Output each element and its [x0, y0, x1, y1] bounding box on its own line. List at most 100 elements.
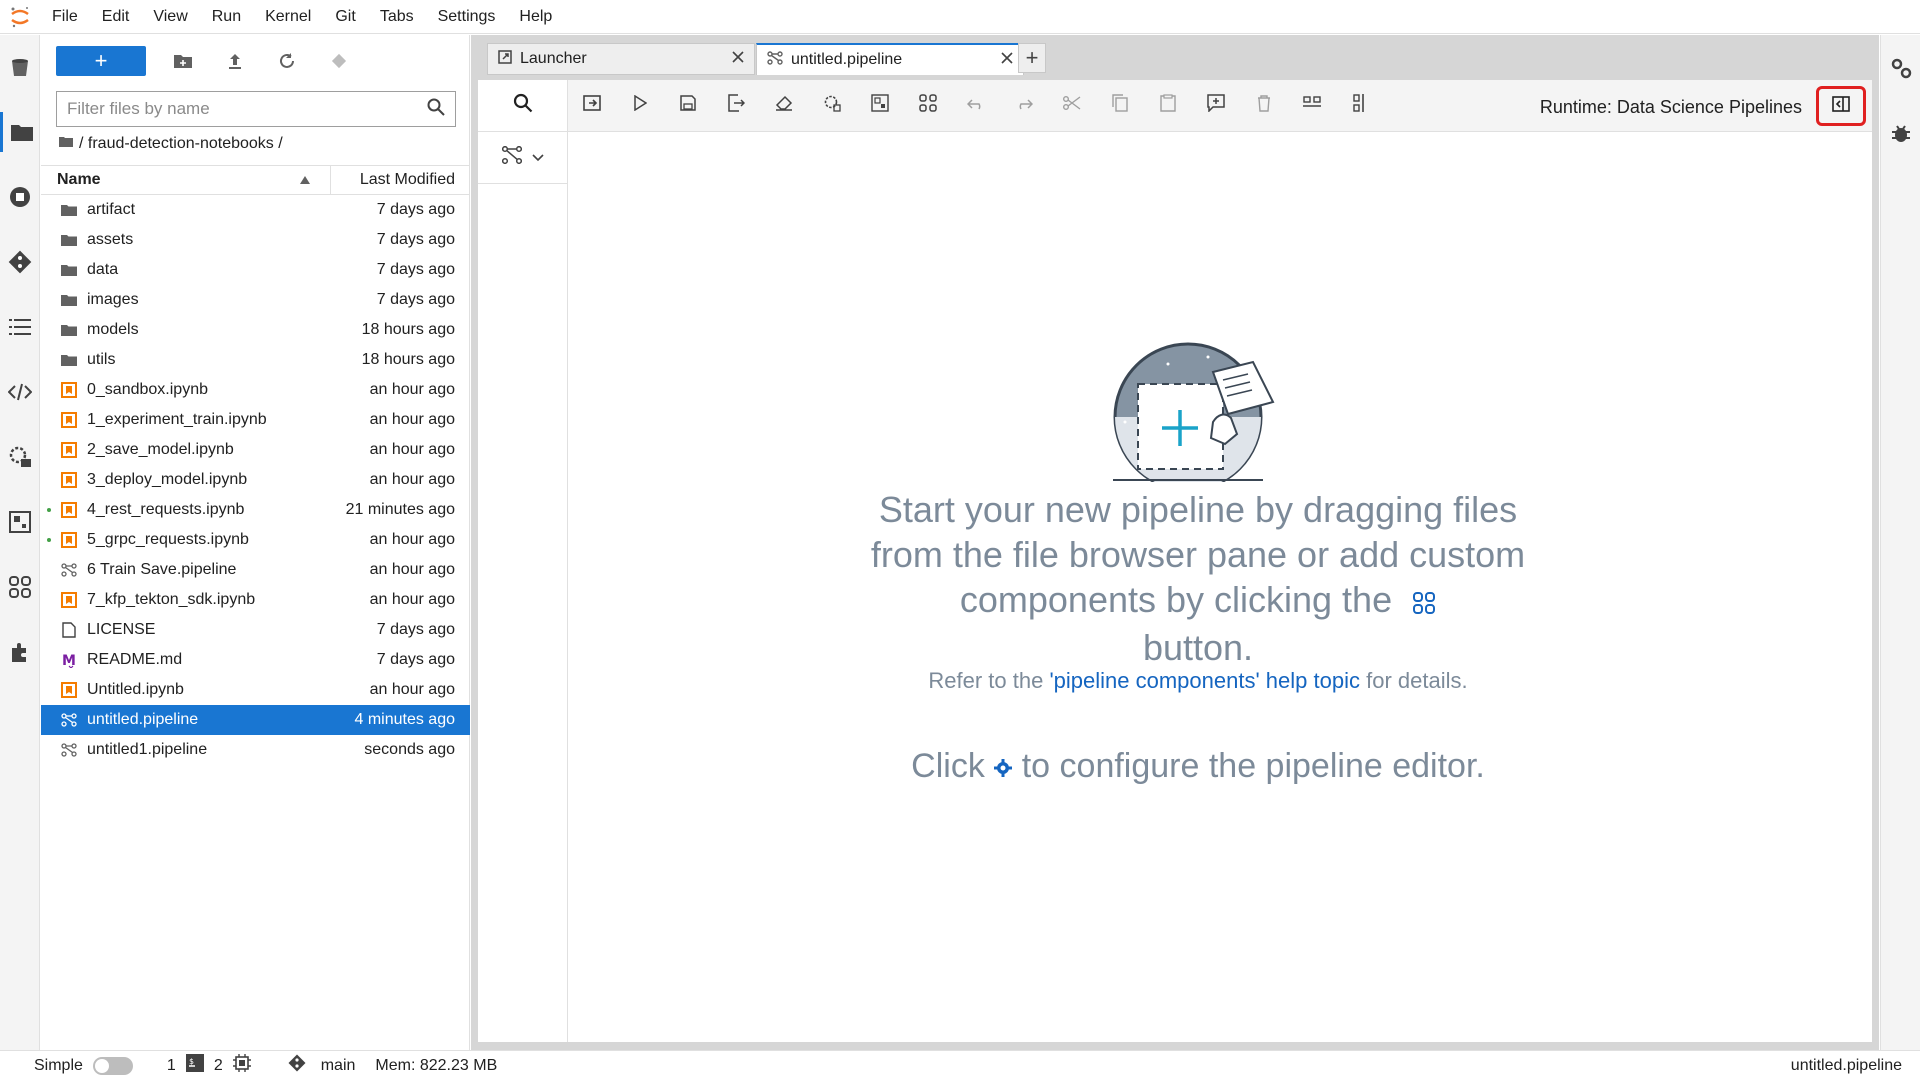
close-icon[interactable] [1001, 51, 1013, 69]
menu-view[interactable]: View [141, 8, 199, 26]
file-modified: an hour ago [369, 381, 455, 398]
component-catalogs-icon[interactable] [0, 567, 40, 607]
git-branch-status[interactable]: main [287, 1053, 355, 1078]
simple-mode-label: Simple [34, 1056, 83, 1074]
toggle-switch[interactable] [92, 1056, 133, 1075]
refresh-icon[interactable] [272, 46, 302, 76]
component-catalogs-button[interactable] [904, 80, 952, 132]
runtime-images-button[interactable] [856, 80, 904, 132]
code-snippets-icon[interactable] [0, 372, 40, 412]
file-row[interactable]: images 7 days ago [41, 285, 470, 315]
add-tab-button[interactable]: + [1018, 43, 1046, 73]
empty-state-help: Refer to the 'pipeline components' help … [868, 668, 1528, 694]
file-row[interactable]: 4_rest_requests.ipynb 21 minutes ago [41, 495, 470, 525]
file-name: models [87, 321, 139, 338]
filter-files-input[interactable] [56, 91, 456, 127]
tab-untitled-pipeline[interactable]: untitled.pipeline [756, 43, 1024, 75]
filter-files-field[interactable] [67, 99, 427, 119]
property-inspector-icon[interactable] [1881, 48, 1920, 88]
component-catalogs-icon [919, 94, 937, 117]
close-icon[interactable] [732, 50, 744, 68]
menu-settings[interactable]: Settings [426, 8, 508, 26]
arrange-vertical-button[interactable] [1336, 80, 1384, 132]
menu-git[interactable]: Git [323, 8, 367, 26]
runtime-images-icon[interactable] [0, 502, 40, 542]
git-clone-icon[interactable] [324, 46, 354, 76]
file-row[interactable]: assets 7 days ago [41, 225, 470, 255]
git-icon [287, 1053, 307, 1078]
column-header-name[interactable]: Name [41, 165, 331, 195]
redo-button[interactable] [1000, 80, 1048, 132]
cut-button[interactable] [1048, 80, 1096, 132]
menu-help[interactable]: Help [507, 8, 564, 26]
folder-icon[interactable] [0, 112, 40, 152]
file-modified: 7 days ago [376, 201, 455, 218]
simple-mode-toggle[interactable]: Simple [34, 1056, 133, 1075]
menu-edit[interactable]: Edit [90, 8, 142, 26]
file-row[interactable]: 2_save_model.ipynb an hour ago [41, 435, 470, 465]
extensions-icon[interactable] [0, 632, 40, 672]
breadcrumb[interactable]: / fraud-detection-notebooks / [59, 135, 283, 153]
save-pipeline-button[interactable] [664, 80, 712, 132]
object-storage-icon[interactable] [0, 47, 40, 87]
arrange-horizontal-button[interactable] [1288, 80, 1336, 132]
column-header-modified[interactable]: Last Modified [331, 171, 470, 189]
file-name: 5_grpc_requests.ipynb [87, 531, 249, 548]
file-name: Untitled.ipynb [87, 681, 184, 698]
pipeline-canvas[interactable]: Start your new pipeline by dragging file… [568, 132, 1872, 1042]
runtimes-button[interactable] [808, 80, 856, 132]
toggle-properties-panel-button[interactable] [1816, 86, 1866, 126]
menu-run[interactable]: Run [200, 8, 253, 26]
open-panel-button[interactable] [568, 80, 616, 132]
file-row[interactable]: utils 18 hours ago [41, 345, 470, 375]
running-sessions-icon[interactable] [0, 177, 40, 217]
menu-file[interactable]: File [40, 8, 90, 26]
palette-search-button[interactable] [478, 80, 567, 132]
file-name: untitled.pipeline [87, 711, 199, 728]
file-row[interactable]: 3_deploy_model.ipynb an hour ago [41, 465, 470, 495]
file-row[interactable]: 5_grpc_requests.ipynb an hour ago [41, 525, 470, 555]
file-name: utils [87, 351, 116, 368]
menu-kernel[interactable]: Kernel [253, 8, 323, 26]
palette-node-dropdown[interactable] [478, 132, 567, 184]
menu-tabs[interactable]: Tabs [368, 8, 426, 26]
git-icon[interactable] [0, 242, 40, 282]
file-name: data [87, 261, 119, 278]
folder-icon [59, 294, 79, 307]
breadcrumb-path[interactable]: / fraud-detection-notebooks / [79, 135, 283, 153]
run-pipeline-button[interactable] [616, 80, 664, 132]
new-folder-icon[interactable] [168, 46, 198, 76]
empty-state-config: Click to configure the pipeline editor. [868, 747, 1528, 786]
settings-gear-icon[interactable] [994, 747, 1013, 785]
table-of-contents-icon[interactable] [0, 307, 40, 347]
file-row[interactable]: artifact 7 days ago [41, 195, 470, 225]
runtimes-icon[interactable] [0, 437, 40, 477]
file-row[interactable]: untitled.pipeline 4 minutes ago [41, 705, 470, 735]
file-row[interactable]: 7_kfp_tekton_sdk.ipynb an hour ago [41, 585, 470, 615]
file-row[interactable]: 0_sandbox.ipynb an hour ago [41, 375, 470, 405]
add-comment-button[interactable] [1192, 80, 1240, 132]
delete-button[interactable] [1240, 80, 1288, 132]
file-name: 6 Train Save.pipeline [87, 561, 237, 578]
file-row[interactable]: M README.md 7 days ago [41, 645, 470, 675]
export-pipeline-button[interactable] [712, 80, 760, 132]
file-name: 4_rest_requests.ipynb [87, 501, 245, 518]
upload-icon[interactable] [220, 46, 250, 76]
file-row[interactable]: 1_experiment_train.ipynb an hour ago [41, 405, 470, 435]
file-row[interactable]: 6 Train Save.pipeline an hour ago [41, 555, 470, 585]
file-modified: an hour ago [369, 411, 455, 428]
new-launcher-button[interactable]: + [56, 46, 146, 76]
file-row[interactable]: Untitled.ipynb an hour ago [41, 675, 470, 705]
file-row[interactable]: data 7 days ago [41, 255, 470, 285]
clear-pipeline-button[interactable] [760, 80, 808, 132]
paste-button[interactable] [1144, 80, 1192, 132]
debugger-icon[interactable] [1881, 113, 1920, 153]
file-row[interactable]: models 18 hours ago [41, 315, 470, 345]
undo-button[interactable] [952, 80, 1000, 132]
pipeline-components-help-link[interactable]: 'pipeline components' help topic [1049, 668, 1360, 693]
file-row[interactable]: untitled1.pipeline seconds ago [41, 735, 470, 765]
tab-launcher[interactable]: Launcher [487, 43, 755, 75]
kernel-count[interactable]: 1 $ 2 [167, 1054, 251, 1077]
copy-button[interactable] [1096, 80, 1144, 132]
file-row[interactable]: LICENSE 7 days ago [41, 615, 470, 645]
